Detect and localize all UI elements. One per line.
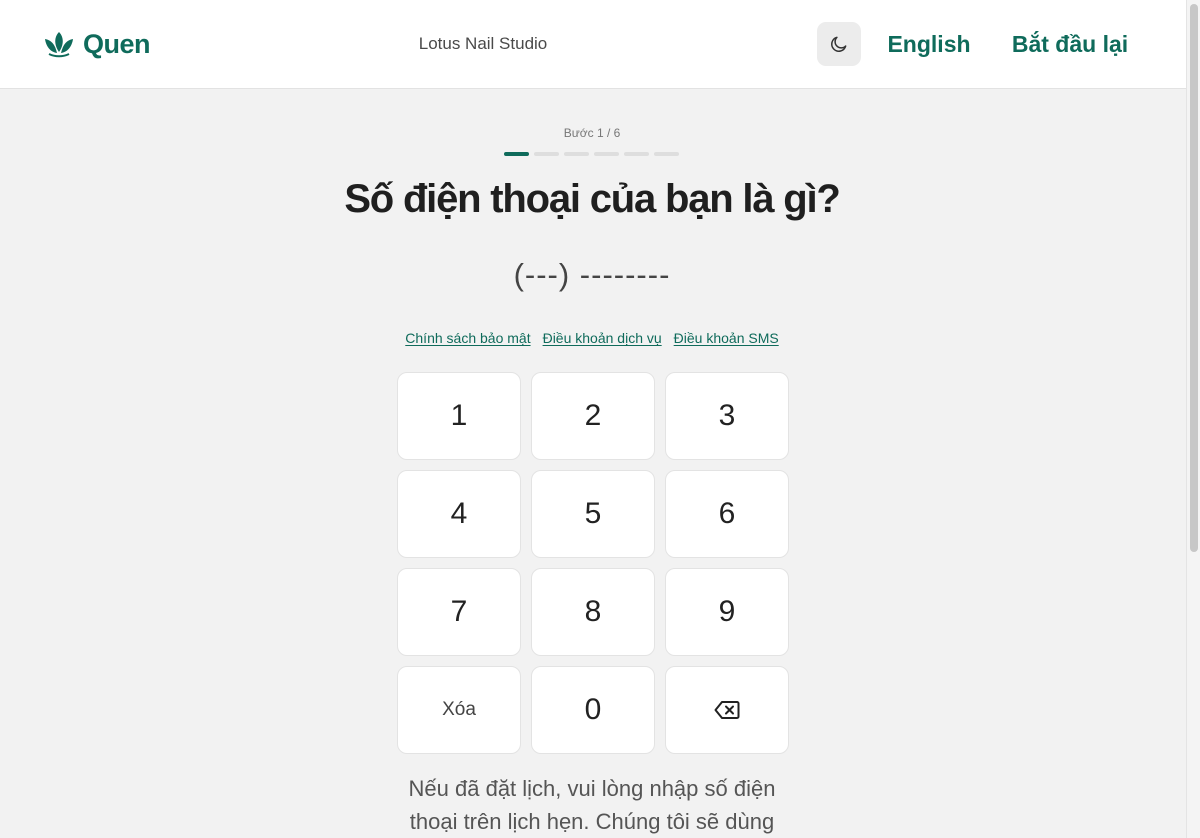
privacy-policy-link[interactable]: Chính sách bảo mật	[405, 330, 530, 347]
key-6[interactable]: 6	[665, 470, 789, 558]
progress-segment	[534, 152, 559, 156]
backspace-button[interactable]	[665, 666, 789, 754]
key-4[interactable]: 4	[397, 470, 521, 558]
scrollbar[interactable]	[1186, 0, 1200, 838]
numeric-keypad: 1 2 3 4 5 6 7 8 9 Xóa 0	[397, 372, 789, 754]
key-1[interactable]: 1	[397, 372, 521, 460]
progress-segment	[594, 152, 619, 156]
progress-segment	[564, 152, 589, 156]
brand-logo[interactable]: Quen	[43, 28, 151, 60]
key-2[interactable]: 2	[531, 372, 655, 460]
key-7[interactable]: 7	[397, 568, 521, 656]
progress-segment	[654, 152, 679, 156]
sms-terms-link[interactable]: Điều khoản SMS	[674, 330, 779, 347]
backspace-icon	[714, 701, 740, 719]
step-indicator: Bước 1 / 6	[563, 126, 621, 140]
language-button[interactable]: English	[878, 30, 980, 58]
lotus-icon	[45, 32, 73, 58]
scrollbar-thumb[interactable]	[1190, 4, 1198, 552]
key-8[interactable]: 8	[531, 568, 655, 656]
terms-of-service-link[interactable]: Điều khoản dịch vụ	[543, 330, 662, 347]
page-title: Số điện thoại của bạn là gì?	[344, 177, 841, 221]
clear-button[interactable]: Xóa	[397, 666, 521, 754]
progress-segment	[504, 152, 529, 156]
top-bar: Quen Lotus Nail Studio English Bắt đầu l…	[0, 0, 1186, 89]
theme-toggle-button[interactable]	[817, 22, 861, 66]
step-progress	[504, 152, 679, 156]
help-text: Nếu đã đặt lịch, vui lòng nhập số điện t…	[408, 776, 776, 834]
phone-number-display: (---) --------	[513, 257, 671, 292]
moon-icon	[831, 36, 847, 52]
restart-button[interactable]: Bắt đầu lại	[1002, 30, 1138, 58]
policy-links: Chính sách bảo mật Điều khoản dịch vụ Đi…	[392, 330, 792, 347]
key-9[interactable]: 9	[665, 568, 789, 656]
progress-segment	[624, 152, 649, 156]
key-3[interactable]: 3	[665, 372, 789, 460]
brand-name: Quen	[83, 29, 151, 59]
studio-name: Lotus Nail Studio	[418, 34, 548, 53]
key-0[interactable]: 0	[531, 666, 655, 754]
key-5[interactable]: 5	[531, 470, 655, 558]
